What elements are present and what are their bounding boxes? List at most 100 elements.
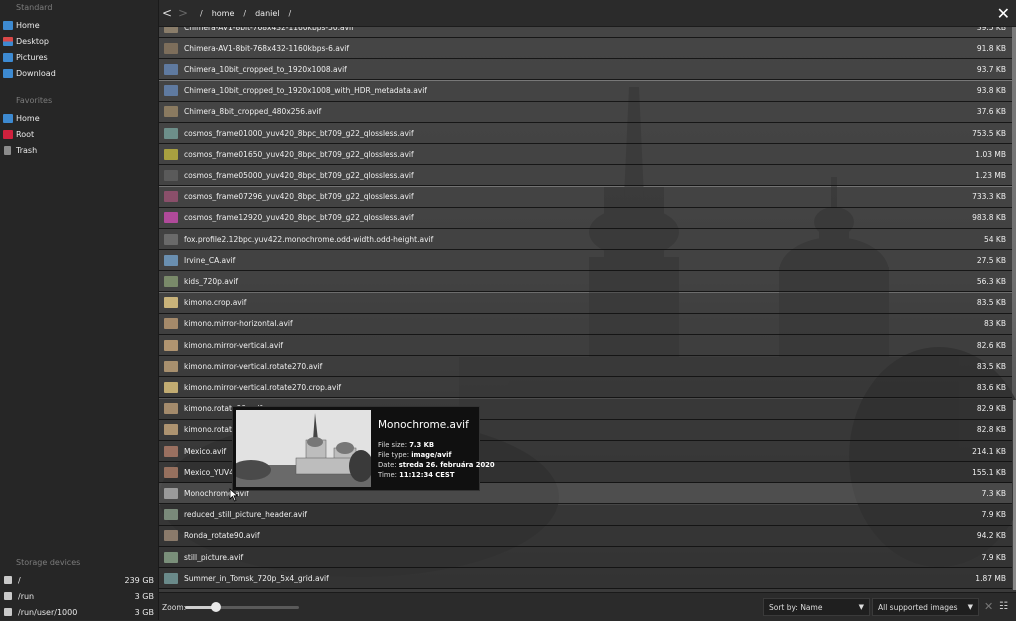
tooltip-file-size: File size: 7.3 KB bbox=[378, 441, 434, 449]
file-name: Summer_in_Tomsk_720p_5x4_grid.avif bbox=[184, 573, 329, 583]
file-row[interactable]: kimono.mirror-vertical.avif 82.6 KB bbox=[159, 335, 1012, 356]
file-thumbnail-icon bbox=[164, 42, 178, 54]
sidebar-item-root[interactable]: Root bbox=[0, 126, 158, 142]
file-name: Chimera_8bit_cropped_480x256.avif bbox=[184, 107, 322, 117]
file-thumbnail-icon bbox=[164, 106, 178, 118]
sidebar-item-home[interactable]: Home bbox=[0, 110, 158, 126]
trash-icon bbox=[4, 145, 11, 155]
file-size: 82.6 KB bbox=[976, 340, 1006, 350]
zoom-slider[interactable] bbox=[185, 602, 299, 612]
mouse-cursor-icon bbox=[229, 488, 239, 502]
file-row[interactable]: cosmos_frame05000_yuv420_8bpc_bt709_g22_… bbox=[159, 165, 1012, 187]
storage-device-item[interactable]: /run/user/1000 3 GB bbox=[0, 604, 158, 620]
clear-filter-icon[interactable]: ✕ bbox=[984, 601, 996, 613]
file-size: 94.2 KB bbox=[976, 531, 1006, 541]
file-thumbnail-icon bbox=[164, 572, 178, 584]
file-row[interactable]: cosmos_frame12920_yuv420_8bpc_bt709_g22_… bbox=[159, 207, 1012, 229]
file-size: 54 KB bbox=[984, 234, 1006, 244]
file-row[interactable]: Chimera_10bit_cropped_to_1920x1008.avif 9… bbox=[159, 59, 1012, 81]
sort-select[interactable]: Sort by: Name ▼ bbox=[763, 598, 870, 616]
file-info-tooltip: Monochrome.avif File size: 7.3 KB File t… bbox=[232, 406, 495, 491]
file-thumbnail-icon bbox=[164, 339, 178, 351]
file-row[interactable]: cosmos_frame07296_yuv420_8bpc_bt709_g22_… bbox=[159, 186, 1012, 208]
file-thumbnail-icon bbox=[164, 63, 178, 75]
view-mode-icon[interactable]: ☷ bbox=[999, 601, 1011, 613]
file-row[interactable]: kids_720p.avif 56.3 KB bbox=[159, 271, 1012, 293]
file-thumbnail-icon bbox=[164, 487, 178, 499]
folder-icon bbox=[3, 113, 13, 123]
filter-select[interactable]: All supported images ▼ bbox=[872, 598, 979, 616]
sidebar-item-label: Root bbox=[16, 129, 35, 139]
file-row[interactable]: fox.profile2.12bpc.yuv422.monochrome.odd… bbox=[159, 229, 1012, 250]
file-row[interactable]: kimono.crop.avif 83.5 KB bbox=[159, 292, 1012, 314]
file-row[interactable]: kimono.mirror-vertical.rotate270.avif 83.… bbox=[159, 356, 1012, 378]
file-name: Chimera-AV1-8bit-768x432-1160kbps-50.avi… bbox=[184, 27, 354, 32]
file-thumbnail-icon bbox=[164, 297, 178, 309]
main-pane: < > / home / daniel / ✕ Chimera-AV1-8bit… bbox=[159, 0, 1016, 621]
back-button[interactable]: < bbox=[159, 6, 175, 20]
tooltip-file-size-value: 7.3 KB bbox=[409, 441, 435, 449]
sidebar-item-desktop[interactable]: Desktop bbox=[0, 33, 158, 49]
file-row[interactable]: Ronda_rotate90.avif 94.2 KB bbox=[159, 525, 1012, 547]
file-size: 37.6 KB bbox=[976, 107, 1006, 117]
file-thumbnail-icon bbox=[164, 212, 178, 224]
file-thumbnail-icon bbox=[164, 127, 178, 139]
file-row[interactable]: Chimera_10bit_cropped_to_1920x1008_with_… bbox=[159, 80, 1012, 102]
file-row[interactable]: cosmos_frame01650_yuv420_8bpc_bt709_g22_… bbox=[159, 144, 1012, 166]
file-name: kimono.mirror-vertical.rotate270.avif bbox=[184, 361, 323, 371]
file-thumbnail-icon bbox=[164, 551, 178, 563]
file-thumbnail-icon bbox=[164, 27, 178, 33]
file-row[interactable]: kimono.mirror-vertical.rotate270.crop.av… bbox=[159, 377, 1012, 399]
file-name: Chimera_10bit_cropped_to_1920x1008.avif bbox=[184, 64, 347, 74]
sidebar-item-pictures[interactable]: Pictures bbox=[0, 49, 158, 65]
file-size: 82.9 KB bbox=[976, 404, 1006, 414]
storage-device-size: 3 GB bbox=[134, 607, 154, 617]
file-thumbnail-icon bbox=[164, 254, 178, 266]
file-name: Irvine_CA.avif bbox=[184, 255, 236, 265]
sidebar-item-trash[interactable]: Trash bbox=[0, 142, 158, 158]
file-row[interactable]: Chimera-AV1-8bit-768x432-1160kbps-50.avi… bbox=[159, 27, 1012, 38]
file-name: still_picture.avif bbox=[184, 552, 244, 562]
file-thumbnail-icon bbox=[164, 360, 178, 372]
file-size: 93.8 KB bbox=[976, 86, 1006, 96]
zoom-slider-handle[interactable] bbox=[210, 602, 221, 612]
file-name: kids_720p.avif bbox=[184, 276, 239, 286]
file-size: 27.5 KB bbox=[976, 255, 1006, 265]
file-row[interactable]: reduced_still_picture_header.avif 7.9 KB bbox=[159, 504, 1012, 526]
sidebar-item-label: Trash bbox=[16, 145, 38, 155]
folder-icon bbox=[3, 20, 13, 30]
file-row[interactable]: still_picture.avif 7.9 KB bbox=[159, 547, 1012, 568]
storage-device-path: /run/user/1000 bbox=[18, 607, 78, 617]
zoom-label: Zoom: bbox=[162, 603, 187, 612]
file-row[interactable]: Chimera_8bit_cropped_480x256.avif 37.6 KB bbox=[159, 101, 1012, 123]
file-thumbnail-icon bbox=[164, 466, 178, 478]
file-row[interactable]: Summer_in_Tomsk_720p_5x4_grid.avif 1.87 M… bbox=[159, 568, 1012, 590]
file-size: 83.5 KB bbox=[976, 361, 1006, 371]
breadcrumb-home[interactable]: home bbox=[212, 9, 235, 18]
storage-device-item[interactable]: /run 3 GB bbox=[0, 588, 158, 604]
sidebar: Standard Home Desktop Pictures Download Fav… bbox=[0, 0, 159, 620]
file-row[interactable]: cosmos_frame01000_yuv420_8bpc_bt709_g22_… bbox=[159, 123, 1012, 144]
sidebar-item-download[interactable]: Download bbox=[0, 65, 158, 81]
close-button[interactable]: ✕ bbox=[997, 4, 1010, 23]
file-name: kimono.mirror-vertical.rotate270.crop.av… bbox=[184, 382, 342, 392]
file-row[interactable]: kimono.mirror-horizontal.avif 83 KB bbox=[159, 313, 1012, 335]
breadcrumb-separator: / bbox=[200, 8, 203, 18]
storage-device-path: /run bbox=[18, 591, 35, 601]
file-row[interactable]: Irvine_CA.avif 27.5 KB bbox=[159, 250, 1012, 272]
file-name: kimono.mirror-vertical.avif bbox=[184, 340, 283, 350]
sidebar-item-home[interactable]: Home bbox=[0, 17, 158, 33]
breadcrumb-daniel[interactable]: daniel bbox=[255, 9, 279, 18]
file-thumbnail-icon bbox=[164, 509, 178, 521]
file-row[interactable]: Chimera-AV1-8bit-768x432-1160kbps-6.avif… bbox=[159, 38, 1012, 60]
breadcrumb-separator: / bbox=[243, 8, 247, 18]
file-size: 56.3 KB bbox=[976, 276, 1006, 286]
file-size: 1.03 MB bbox=[975, 149, 1006, 159]
tooltip-date-value: streda 26. februára 2020 bbox=[398, 461, 495, 469]
drive-icon bbox=[4, 576, 12, 584]
chevron-down-icon: ▼ bbox=[967, 603, 973, 611]
storage-device-item[interactable]: / 239 GB bbox=[0, 572, 158, 588]
forward-button[interactable]: > bbox=[175, 6, 191, 20]
tooltip-time-value: 11:12:34 CEST bbox=[399, 471, 455, 479]
sidebar-item-label: Desktop bbox=[16, 36, 49, 46]
